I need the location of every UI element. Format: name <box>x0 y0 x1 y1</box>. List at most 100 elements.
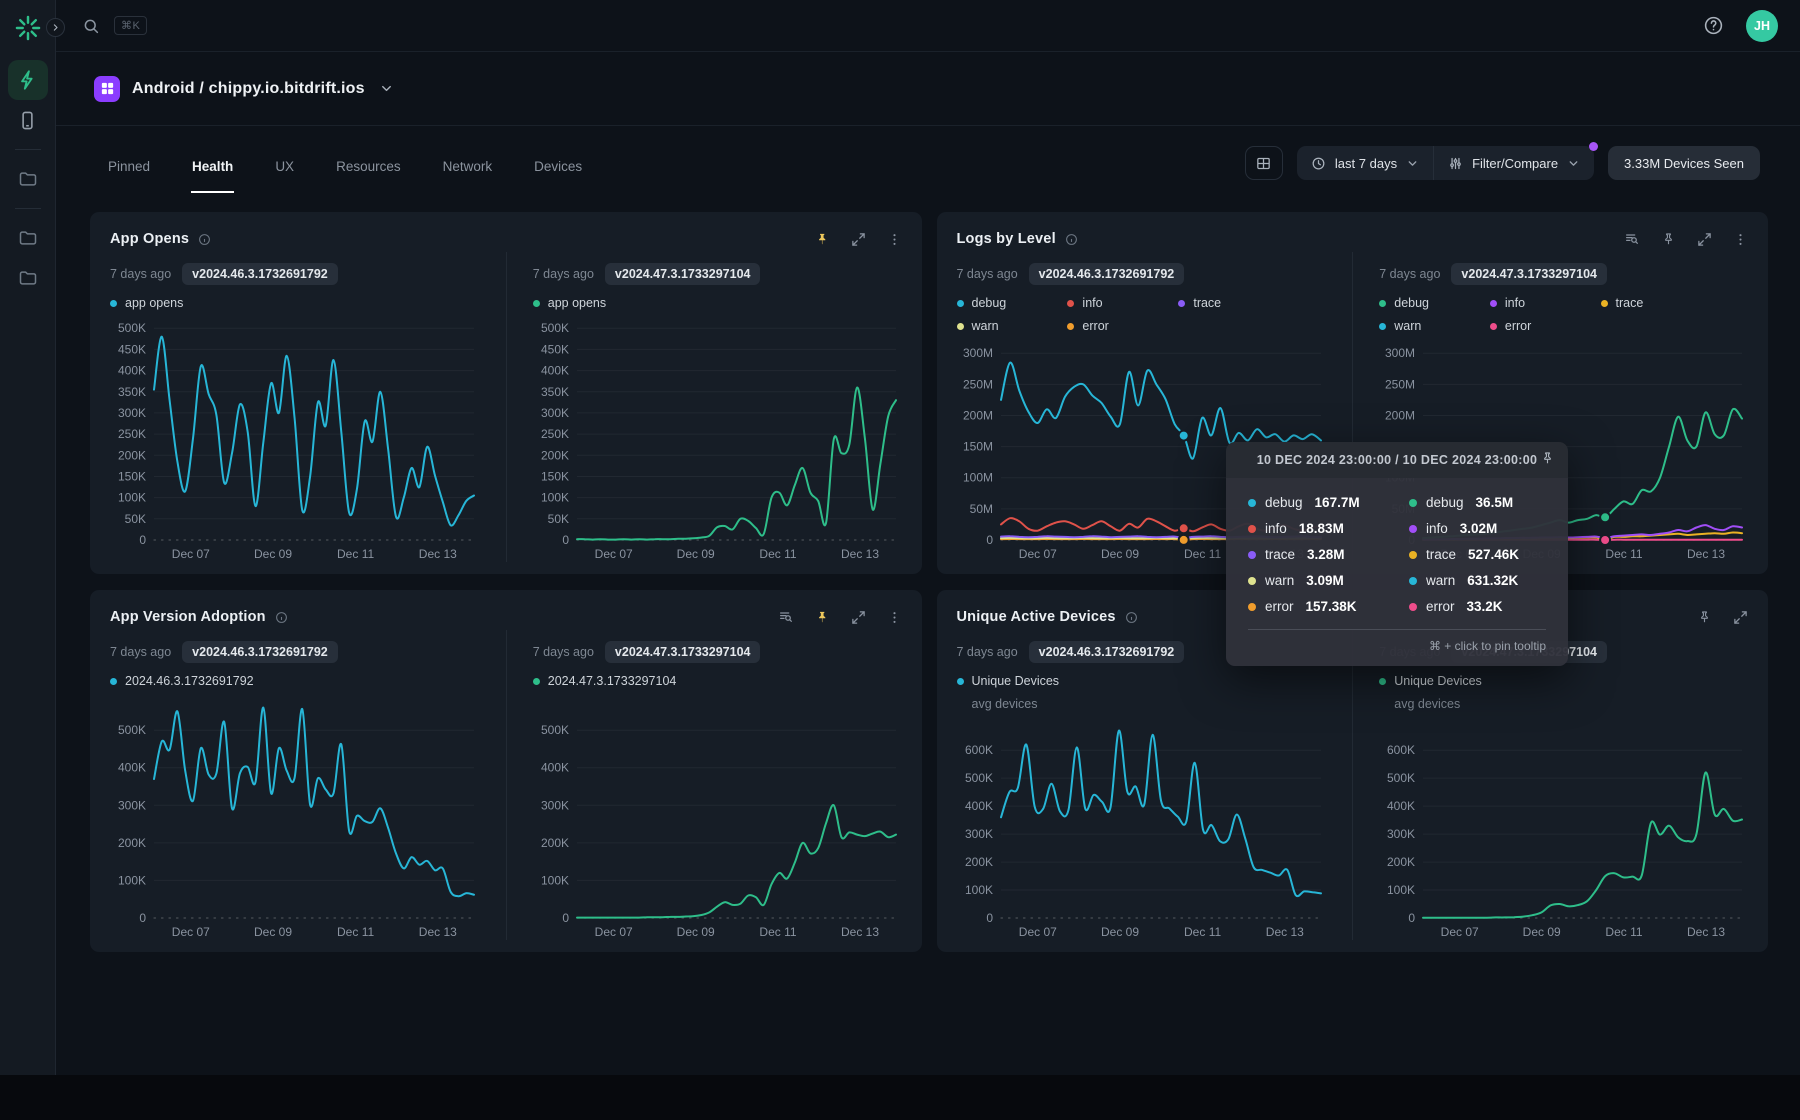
pin-icon[interactable] <box>1697 610 1712 625</box>
chevron-down-icon <box>1567 157 1580 170</box>
version-chip[interactable]: v2024.46.3.1732691792 <box>182 263 338 285</box>
line-chart[interactable]: 0100K200K300K400K500KDec 07Dec 09Dec 11D… <box>110 694 480 940</box>
global-search[interactable]: ⌘K <box>82 16 147 35</box>
panel-title: Logs by Level <box>957 231 1056 247</box>
svg-text:Dec 09: Dec 09 <box>1100 925 1138 939</box>
view-logs-icon[interactable] <box>778 609 794 625</box>
time-range-dropdown[interactable]: last 7 days <box>1297 146 1433 180</box>
legend-item[interactable]: trace <box>1178 296 1289 310</box>
legend-item[interactable]: warn <box>957 319 1068 333</box>
view-logs-icon[interactable] <box>1624 231 1640 247</box>
expand-icon[interactable] <box>1733 610 1748 625</box>
legend-item[interactable]: Unique Devices <box>1379 674 1482 688</box>
svg-text:500K: 500K <box>1387 771 1415 785</box>
tooltip-row: info3.02M <box>1409 521 1546 536</box>
chevron-down-icon[interactable] <box>379 81 394 96</box>
line-chart[interactable]: 050K100K150K200K250K300K350K400K450K500K… <box>110 316 480 562</box>
tooltip-row: trace527.46K <box>1409 547 1546 562</box>
sidebar-item-folder-3[interactable] <box>8 258 48 298</box>
tab-resources[interactable]: Resources <box>335 133 402 193</box>
expand-icon[interactable] <box>851 610 866 625</box>
tab-health[interactable]: Health <box>191 133 234 193</box>
line-chart[interactable]: 050K100K150K200K250K300K350K400K450K500K… <box>533 316 902 562</box>
legend-item[interactable]: warn <box>1379 319 1490 333</box>
legend-item-avg-devices[interactable]: avg devices <box>1379 697 1748 711</box>
legend-item[interactable]: 2024.46.3.1732691792 <box>110 674 254 688</box>
sidebar-item-devices[interactable] <box>8 100 48 140</box>
grid-icon <box>1255 155 1272 172</box>
devices-seen-button[interactable]: 3.33M Devices Seen <box>1608 146 1760 180</box>
tab-devices[interactable]: Devices <box>533 133 583 193</box>
breadcrumb: Android / chippy.io.bitdrift.ios <box>56 52 1800 126</box>
legend-item[interactable]: app opens <box>110 296 183 310</box>
svg-text:200M: 200M <box>1385 409 1415 423</box>
info-icon[interactable] <box>275 611 288 624</box>
chart-legend: 2024.47.3.1733297104 <box>533 674 902 688</box>
legend-item[interactable]: app opens <box>533 296 606 310</box>
filter-compare-dropdown[interactable]: Filter/Compare <box>1434 146 1594 180</box>
pin-icon[interactable] <box>815 232 830 247</box>
svg-text:100K: 100K <box>541 491 569 505</box>
version-chip[interactable]: v2024.47.3.1733297104 <box>605 263 761 285</box>
panel-app-version-adoption: App Version Adoption <box>90 590 922 952</box>
bitdrift-logo-icon[interactable] <box>12 12 44 44</box>
sidebar-item-folder-1[interactable] <box>8 159 48 199</box>
svg-text:Dec 11: Dec 11 <box>1184 925 1221 939</box>
expand-icon[interactable] <box>851 232 866 247</box>
line-chart[interactable]: 0100K200K300K400K500K600KDec 07Dec 09Dec… <box>957 717 1327 940</box>
legend-label: trace <box>1193 296 1221 310</box>
version-chip[interactable]: v2024.46.3.1732691792 <box>182 641 338 663</box>
panel-title: App Opens <box>110 231 189 247</box>
kebab-menu-icon[interactable] <box>1733 232 1748 247</box>
legend-dot <box>1490 300 1497 307</box>
legend-item[interactable]: Unique Devices <box>957 674 1060 688</box>
kebab-menu-icon[interactable] <box>887 232 902 247</box>
sidebar-divider <box>15 149 41 150</box>
line-chart[interactable]: 0100K200K300K400K500KDec 07Dec 09Dec 11D… <box>533 694 902 940</box>
tab-network[interactable]: Network <box>442 133 494 193</box>
version-chip[interactable]: v2024.46.3.1732691792 <box>1029 641 1185 663</box>
pin-icon[interactable] <box>815 610 830 625</box>
svg-text:Dec 11: Dec 11 <box>759 547 796 561</box>
line-chart[interactable]: 0100K200K300K400K500K600KDec 07Dec 09Dec… <box>1379 717 1748 940</box>
info-icon[interactable] <box>1065 233 1078 246</box>
svg-text:200K: 200K <box>118 836 146 850</box>
svg-text:400K: 400K <box>964 799 992 813</box>
info-icon[interactable] <box>1125 611 1138 624</box>
svg-text:400K: 400K <box>118 761 146 775</box>
legend-label: error <box>1082 319 1108 333</box>
sidebar-item-folder-2[interactable] <box>8 218 48 258</box>
page-title[interactable]: Android / chippy.io.bitdrift.ios <box>132 80 365 98</box>
pin-icon[interactable] <box>1661 232 1676 247</box>
tab-pinned[interactable]: Pinned <box>107 133 151 193</box>
svg-text:100M: 100M <box>962 471 992 485</box>
version-chip[interactable]: v2024.46.3.1732691792 <box>1029 263 1185 285</box>
info-icon[interactable] <box>198 233 211 246</box>
legend-item[interactable]: info <box>1490 296 1601 310</box>
svg-text:Dec 13: Dec 13 <box>841 547 879 561</box>
svg-text:Dec 07: Dec 07 <box>172 547 210 561</box>
tab-ux[interactable]: UX <box>274 133 295 193</box>
kebab-menu-icon[interactable] <box>887 610 902 625</box>
legend-item[interactable]: debug <box>1379 296 1490 310</box>
version-chip[interactable]: v2024.47.3.1733297104 <box>1451 263 1607 285</box>
tabs-row: Pinned Health UX Resources Network Devic… <box>56 126 1800 200</box>
legend-item[interactable]: 2024.47.3.1733297104 <box>533 674 677 688</box>
legend-item[interactable]: debug <box>957 296 1068 310</box>
legend-item[interactable]: error <box>1490 319 1601 333</box>
tooltip-row: debug36.5M <box>1409 495 1546 510</box>
layout-grid-button[interactable] <box>1245 146 1283 180</box>
version-chip[interactable]: v2024.47.3.1733297104 <box>605 641 761 663</box>
legend-item[interactable]: info <box>1067 296 1178 310</box>
sidebar-item-health[interactable] <box>8 60 48 100</box>
svg-text:450K: 450K <box>118 342 146 356</box>
sidebar-expand-button[interactable] <box>46 18 65 37</box>
legend-item[interactable]: trace <box>1601 296 1712 310</box>
legend-item[interactable]: error <box>1067 319 1178 333</box>
legend-item-avg-devices[interactable]: avg devices <box>957 697 1327 711</box>
avatar[interactable]: JH <box>1746 10 1778 42</box>
pin-tooltip-icon[interactable] <box>1540 451 1555 466</box>
help-icon[interactable] <box>1703 15 1724 36</box>
chart-tooltip: 10 DEC 2024 23:00:00 / 10 DEC 2024 23:00… <box>1226 442 1568 666</box>
expand-icon[interactable] <box>1697 232 1712 247</box>
